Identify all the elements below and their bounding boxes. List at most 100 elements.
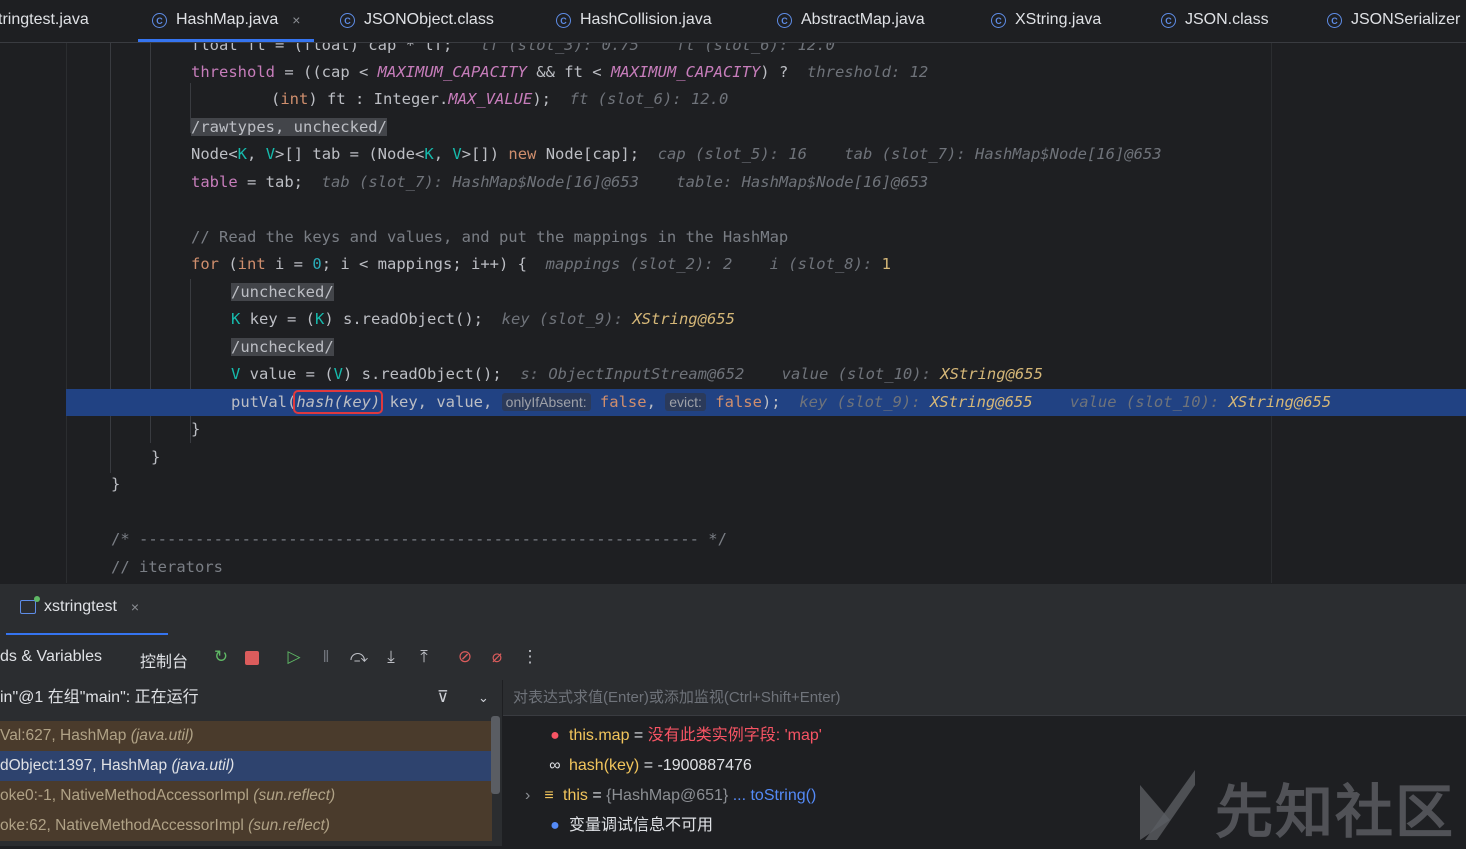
thread-selector[interactable]: in"@1 在组"main": 正在运行 ⊽ ⌄ (0, 680, 502, 716)
suppress-annotation: /unchecked/ (231, 338, 334, 356)
tab-xstringtest[interactable]: tringtest.java (0, 0, 89, 40)
inline-debug-hint: mappings (slot_2): 2 i (slot_8): (545, 255, 882, 273)
class-icon: C (340, 12, 355, 28)
code-line: (int) ft : Integer.MAX_VALUE); ft (slot_… (271, 90, 729, 108)
to-string-link[interactable]: ... toString() (728, 787, 817, 804)
code-line: /unchecked/ (231, 334, 334, 361)
debug-session-tabs: xstringtest × (0, 583, 1466, 636)
tab-jsonserializer[interactable]: C JSONSerializer (1327, 0, 1460, 40)
tab-frames-variables[interactable]: ds & Variables (0, 648, 102, 666)
code-line: /rawtypes, unchecked/ (191, 114, 387, 141)
debug-info-message: ● 变量调试信息不可用 (547, 811, 713, 841)
code-line: /* -------------------------------------… (111, 530, 727, 548)
debug-session-tab[interactable]: xstringtest × (20, 596, 139, 616)
inline-debug-hint: ft (slot_6): 12.0 (569, 90, 729, 108)
run-config-icon (20, 596, 40, 614)
right-margin-guide (1271, 43, 1272, 583)
close-icon[interactable]: × (292, 12, 300, 28)
code-line: K key = (K) s.readObject(); key (slot_9)… (231, 310, 735, 328)
editor-tab-bar: tringtest.java C HashMap.java × C JSONOb… (0, 0, 1466, 43)
tab-hashmap[interactable]: C HashMap.java × (137, 0, 315, 42)
class-icon: C (556, 12, 571, 28)
param-hint: evict: (665, 393, 706, 411)
watch-this-map[interactable]: ● this.map = 没有此类实例字段: 'map' (547, 721, 822, 751)
chevron-down-icon[interactable]: ⌄ (478, 680, 489, 716)
code-line: V value = (V) s.readObject(); s: ObjectI… (231, 365, 1043, 383)
tab-jsonobject[interactable]: C JSONObject.class (340, 0, 494, 40)
pause-icon[interactable]: ‖ (316, 647, 336, 667)
close-icon[interactable]: × (131, 599, 139, 615)
tab-xstring[interactable]: C XString.java (991, 0, 1101, 40)
stack-frame[interactable]: oke:62, NativeMethodAccessorImpl (sun.re… (0, 811, 492, 841)
stack-frame-selected[interactable]: dObject:1397, HashMap (java.util) (0, 751, 492, 781)
code-line: // iterators (111, 558, 223, 576)
info-icon: ● (550, 817, 560, 834)
tab-abstractmap[interactable]: C AbstractMap.java (777, 0, 925, 40)
watermark-logo-icon (1140, 770, 1195, 840)
tab-label: JSON.class (1185, 11, 1269, 28)
error-icon: ● (550, 727, 560, 744)
tab-label: JSONSerializer (1351, 11, 1461, 28)
code-editor[interactable]: float ft = (float) cap * lf; lf (slot_3)… (0, 43, 1466, 583)
code-line: // Read the keys and values, and put the… (191, 228, 789, 246)
tab-label: tringtest.java (0, 11, 89, 28)
inline-debug-hint: threshold: 12 (806, 63, 929, 81)
stack-frame[interactable]: Val:627, HashMap (java.util) (0, 721, 492, 751)
step-over-icon[interactable]: ⤼ (349, 647, 369, 667)
watch-icon: ∞ (549, 757, 561, 774)
inline-debug-hint: tab (slot_7): HashMap$Node[16]@653 table… (321, 173, 929, 191)
class-icon: C (1161, 12, 1176, 28)
inline-debug-hint: key (slot_9): (501, 310, 633, 328)
field-icon: ≡ (544, 787, 554, 804)
suppress-annotation: /rawtypes, unchecked/ (191, 118, 387, 136)
code-line: Node<K, V>[] tab = (Node<K, V>[]) new No… (191, 145, 1162, 163)
variables-pane: 对表达式求值(Enter)或添加监视(Ctrl+Shift+Enter) ● th… (503, 680, 1466, 846)
rerun-icon[interactable]: ↻ (211, 647, 231, 667)
watermark: 先知社区 (1135, 765, 1455, 846)
tab-label: XString.java (1015, 11, 1102, 28)
class-icon: C (777, 12, 792, 28)
code-line: } (111, 475, 121, 493)
step-into-icon[interactable]: ⤓ (381, 647, 401, 667)
highlighted-expression: hash(key) (293, 390, 384, 414)
code-line: } (151, 448, 161, 466)
filter-icon[interactable]: ⊽ (437, 680, 449, 716)
code-line: float ft = (float) cap * lf; lf (slot_3)… (191, 43, 835, 54)
stop-icon[interactable] (242, 647, 262, 667)
param-hint: onlyIfAbsent: (501, 393, 591, 411)
scrollbar[interactable] (491, 716, 500, 794)
variable-this[interactable]: › ≡ this = {HashMap@651} ... toString() (525, 781, 816, 811)
tab-console[interactable]: 控制台 (140, 648, 188, 672)
mute-breakpoints-icon[interactable]: ⌀ (487, 647, 507, 667)
tab-label: JSONObject.class (364, 11, 494, 28)
frames-pane: in"@1 在组"main": 正在运行 ⊽ ⌄ Val:627, HashMa… (0, 680, 503, 846)
code-line: for (int i = 0; i < mappings; i++) { map… (191, 255, 891, 273)
code-line: threshold = ((cap < MAXIMUM_CAPACITY && … (191, 63, 929, 81)
step-out-icon[interactable]: ⤒ (414, 647, 434, 667)
tab-hashcollision[interactable]: C HashCollision.java (556, 0, 712, 40)
inline-debug-hint: cap (slot_5): 16 tab (slot_7): HashMap$N… (657, 145, 1162, 163)
class-icon: C (991, 12, 1006, 28)
evaluate-expression-input[interactable]: 对表达式求值(Enter)或添加监视(Ctrl+Shift+Enter) (503, 680, 1466, 716)
resume-icon[interactable]: ▷ (284, 647, 304, 667)
gutter-divider (66, 43, 67, 583)
code-line: } (191, 420, 201, 438)
chevron-right-icon[interactable]: › (525, 781, 541, 811)
stack-frame[interactable]: oke0:-1, NativeMethodAccessorImpl (sun.r… (0, 781, 492, 811)
code-line: /unchecked/ (231, 279, 334, 306)
class-icon: C (152, 12, 167, 28)
debug-toolbar: ds & Variables 控制台 ↻ ▷ ‖ ⤼ ⤓ ⤒ ⊘ ⌀ ⋮ (0, 635, 1466, 680)
inline-debug-hint: key (slot_9): (799, 393, 930, 411)
suppress-annotation: /unchecked/ (231, 283, 334, 301)
tab-label: HashMap.java (176, 11, 279, 28)
view-breakpoints-icon[interactable]: ⊘ (455, 647, 475, 667)
inline-debug-hint: s: ObjectInputStream@652 value (slot_10)… (520, 365, 941, 383)
tab-json[interactable]: C JSON.class (1161, 0, 1269, 40)
tab-label: HashCollision.java (580, 11, 712, 28)
more-options-icon[interactable]: ⋮ (520, 647, 540, 667)
indent-guide (150, 43, 151, 443)
current-execution-line[interactable]: putVal(hash(key) key, value, onlyIfAbsen… (66, 389, 1466, 416)
code-line: table = tab; tab (slot_7): HashMap$Node[… (191, 173, 929, 191)
watch-hash-key[interactable]: ∞ hash(key) = -1900887476 (547, 751, 752, 781)
class-icon: C (1327, 12, 1342, 28)
